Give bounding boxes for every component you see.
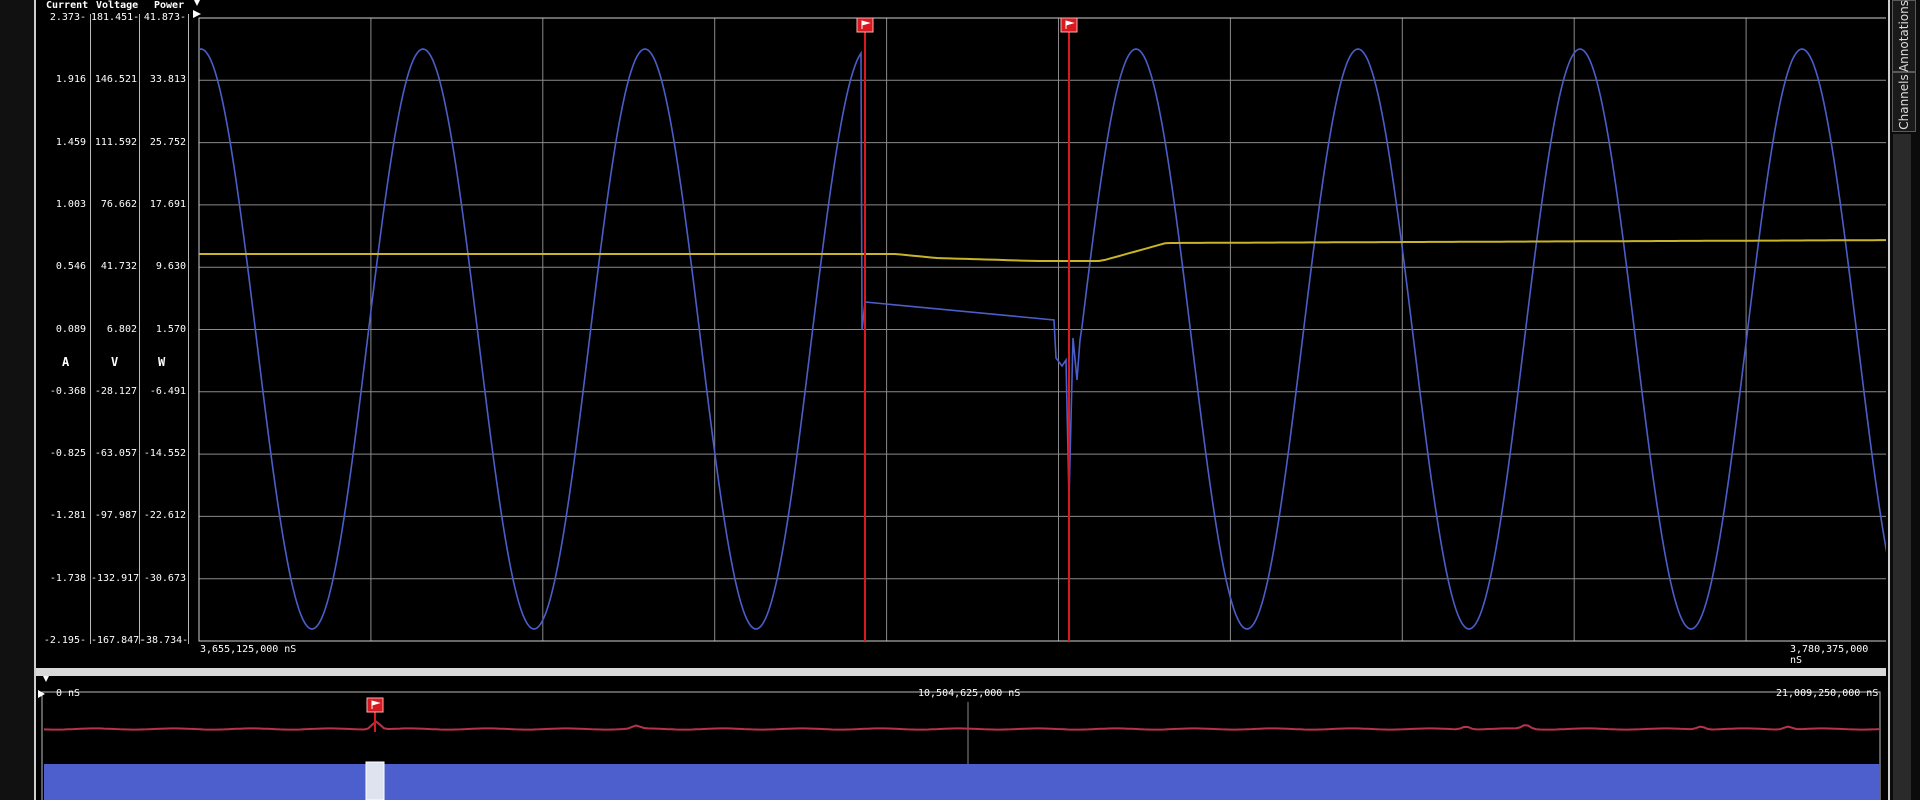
overview-x-end-label: 21,009,250,000 nS	[1776, 688, 1879, 699]
side-scrollbar[interactable]	[1893, 134, 1911, 800]
flag-marker-icon[interactable]	[1060, 17, 1078, 33]
waveform-viewer: Current Voltage Power 2.373- 181.451- 41.8…	[0, 0, 1920, 800]
voltage-trace	[198, 48, 1886, 630]
left-frame	[0, 0, 37, 800]
power-trace	[43, 720, 1881, 731]
main-x-end-label: 3,780,375,000 nS	[1790, 644, 1869, 666]
annotations-tab-label: Annotations	[1897, 0, 1911, 73]
current-trace	[199, 239, 1886, 262]
panel-divider[interactable]	[36, 668, 1886, 676]
cursor-down-arrow-icon[interactable]	[43, 676, 49, 682]
flag-marker-icon[interactable]	[856, 17, 874, 33]
cursor-right-arrow-icon	[193, 10, 201, 18]
overview-x-mid-label: 10,504,625,000 nS	[918, 688, 1021, 699]
annotations-tab[interactable]: Annotations	[1892, 0, 1916, 72]
overview-panel[interactable]: 0 nS 10,504,625,000 nS 21,009,250,000 nS	[36, 676, 1886, 800]
flag-marker-icon[interactable]	[366, 697, 384, 713]
viewport-selector[interactable]	[365, 761, 385, 800]
main-plot-area[interactable]	[36, 0, 1886, 668]
main-x-start-label: 3,655,125,000 nS	[200, 644, 297, 655]
channels-tab-label: Channels	[1897, 74, 1911, 130]
channels-tab[interactable]: Channels	[1892, 72, 1916, 132]
main-chart-panel[interactable]: Current Voltage Power 2.373- 181.451- 41.8…	[36, 0, 1886, 668]
overview-x-start-label: 0 nS	[56, 688, 81, 699]
cursor-down-arrow-icon	[194, 0, 200, 6]
voltage-band	[44, 764, 1880, 800]
